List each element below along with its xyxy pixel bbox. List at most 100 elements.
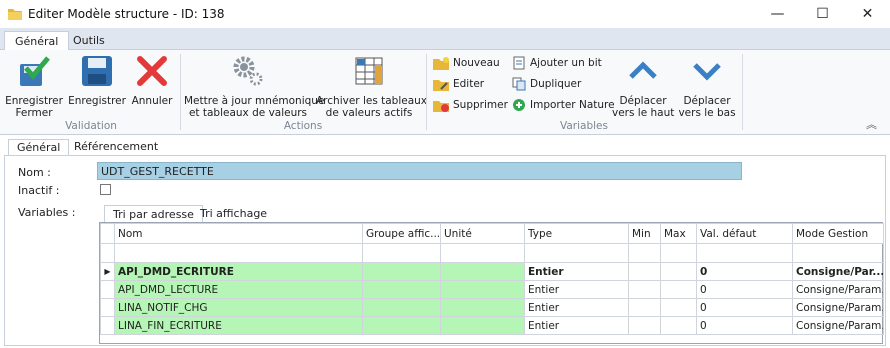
tab-tri-affichage[interactable]: Tri affichage [192, 205, 275, 223]
filter-cell[interactable] [792, 243, 884, 263]
filter-cell[interactable] [362, 243, 441, 263]
new-variable-button[interactable]: Nouveau [433, 54, 500, 72]
filter-cell [100, 243, 115, 263]
tab-general[interactable]: Général [4, 31, 70, 51]
column-header-type[interactable]: Type [524, 223, 629, 244]
column-header-groupe[interactable]: Groupe affic... [362, 223, 441, 244]
cell-min[interactable] [628, 262, 661, 281]
cell-mode-gestion[interactable]: Consigne/Par... [792, 262, 884, 281]
cell-nom[interactable]: LINA_FIN_ECRITURE [114, 316, 363, 335]
tab-outils[interactable]: Outils [63, 31, 115, 50]
folder-edit-icon [433, 80, 449, 91]
table-row[interactable]: ▶ API_DMD_ECRITURE Entier 0 Consigne/Par… [100, 262, 884, 281]
cancel-button[interactable]: Annuler [130, 54, 174, 107]
save-close-icon [20, 56, 50, 86]
inactif-checkbox[interactable] [100, 184, 111, 195]
cell-type[interactable]: Entier [524, 316, 629, 335]
move-up-button[interactable]: Déplacer vers le haut [612, 54, 674, 119]
minimize-button[interactable]: — [755, 0, 800, 28]
close-button[interactable]: ✕ [845, 0, 890, 28]
table-row[interactable]: API_DMD_LECTURE Entier 0 Consigne/Param.… [100, 280, 884, 299]
cell-type[interactable]: Entier [524, 298, 629, 317]
ribbon-tab-strip: Général Outils [0, 28, 890, 51]
column-header-mode-gestion[interactable]: Mode Gestion [792, 223, 884, 244]
add-bit-icon [513, 56, 525, 70]
import-nature-button[interactable]: Importer Nature [512, 96, 615, 114]
cell-nom[interactable]: API_DMD_ECRITURE [114, 262, 363, 281]
nom-label: Nom : [18, 166, 51, 179]
archive-tables-button[interactable]: Archiver les tableaux de valeurs actifs [316, 54, 427, 119]
cell-min[interactable] [628, 298, 661, 317]
cell-max[interactable] [660, 280, 697, 299]
cell-val-defaut[interactable]: 0 [696, 262, 793, 281]
filter-row [100, 243, 884, 263]
filter-cell[interactable] [440, 243, 525, 263]
cell-max[interactable] [660, 298, 697, 317]
chevron-up-icon [629, 61, 657, 79]
cell-groupe[interactable] [362, 280, 441, 299]
group-separator [180, 54, 181, 130]
plus-circle-icon [513, 99, 525, 111]
duplicate-icon [512, 77, 526, 91]
add-bit-button[interactable]: Ajouter un bit [512, 54, 602, 72]
cell-val-defaut[interactable]: 0 [696, 298, 793, 317]
title-bar: Editer Modèle structure - ID: 138 — ☐ ✕ [0, 0, 890, 28]
ribbon: Enregistrer Fermer Enregistrer Annuler V… [0, 50, 890, 135]
cell-type[interactable]: Entier [524, 262, 629, 281]
folder-new-icon [433, 57, 449, 70]
chevron-down-icon [693, 63, 721, 81]
cell-unite[interactable] [440, 316, 525, 335]
column-header-val-defaut[interactable]: Val. défaut [696, 223, 793, 244]
cell-nom[interactable]: LINA_NOTIF_CHG [114, 298, 363, 317]
cell-unite[interactable] [440, 262, 525, 281]
cell-nom[interactable]: API_DMD_LECTURE [114, 280, 363, 299]
cell-mode-gestion[interactable]: Consigne/Param... [792, 280, 884, 299]
cell-val-defaut[interactable]: 0 [696, 316, 793, 335]
column-header-unite[interactable]: Unité [440, 223, 525, 244]
cell-type[interactable]: Entier [524, 280, 629, 299]
group-separator [426, 54, 427, 130]
cell-min[interactable] [628, 280, 661, 299]
group-separator [742, 54, 743, 130]
cell-val-defaut[interactable]: 0 [696, 280, 793, 299]
filter-cell[interactable] [114, 243, 363, 263]
edit-variable-button[interactable]: Editer [433, 75, 484, 93]
column-header-nom[interactable]: Nom [114, 223, 363, 244]
group-label-variables: Variables [560, 120, 608, 132]
cell-groupe[interactable] [362, 316, 441, 335]
tab-form-general[interactable]: Général [8, 139, 70, 156]
update-mnemonic-button[interactable]: Mettre à jour mnémonique et tableaux de … [184, 54, 324, 119]
maximize-button[interactable]: ☐ [800, 0, 845, 28]
duplicate-button[interactable]: Dupliquer [512, 75, 581, 93]
cell-groupe[interactable] [362, 298, 441, 317]
cell-mode-gestion[interactable]: Consigne/Param... [792, 298, 884, 317]
cell-unite[interactable] [440, 298, 525, 317]
tab-referencement[interactable]: Référencement [66, 139, 166, 156]
tab-tri-adresse[interactable]: Tri par adresse [104, 205, 203, 223]
delete-variable-button[interactable]: Supprimer [433, 96, 508, 114]
cell-mode-gestion[interactable]: Consigne/Param... [792, 316, 884, 335]
save-button[interactable]: Enregistrer [68, 54, 126, 107]
filter-cell[interactable] [524, 243, 629, 263]
table-row[interactable]: LINA_NOTIF_CHG Entier 0 Consigne/Param..… [100, 298, 884, 317]
cell-unite[interactable] [440, 280, 525, 299]
collapse-ribbon-button[interactable]: ︽ [866, 116, 877, 132]
cell-min[interactable] [628, 316, 661, 335]
filter-cell[interactable] [660, 243, 697, 263]
cell-groupe[interactable] [362, 262, 441, 281]
group-label-actions: Actions [283, 120, 323, 132]
cell-max[interactable] [660, 262, 697, 281]
column-header-min[interactable]: Min [628, 223, 661, 244]
archive-grid-icon [355, 57, 383, 85]
filter-cell[interactable] [696, 243, 793, 263]
save-close-button[interactable]: Enregistrer Fermer [4, 54, 64, 119]
row-header [100, 316, 115, 335]
filter-cell[interactable] [628, 243, 661, 263]
cell-max[interactable] [660, 316, 697, 335]
move-down-button[interactable]: Déplacer vers le bas [678, 54, 736, 119]
column-header-max[interactable]: Max [660, 223, 697, 244]
nom-field[interactable]: UDT_GEST_RECETTE [97, 162, 742, 180]
current-row-indicator: ▶ [100, 262, 115, 281]
row-header-corner [100, 223, 115, 244]
table-row[interactable]: LINA_FIN_ECRITURE Entier 0 Consigne/Para… [100, 316, 884, 335]
